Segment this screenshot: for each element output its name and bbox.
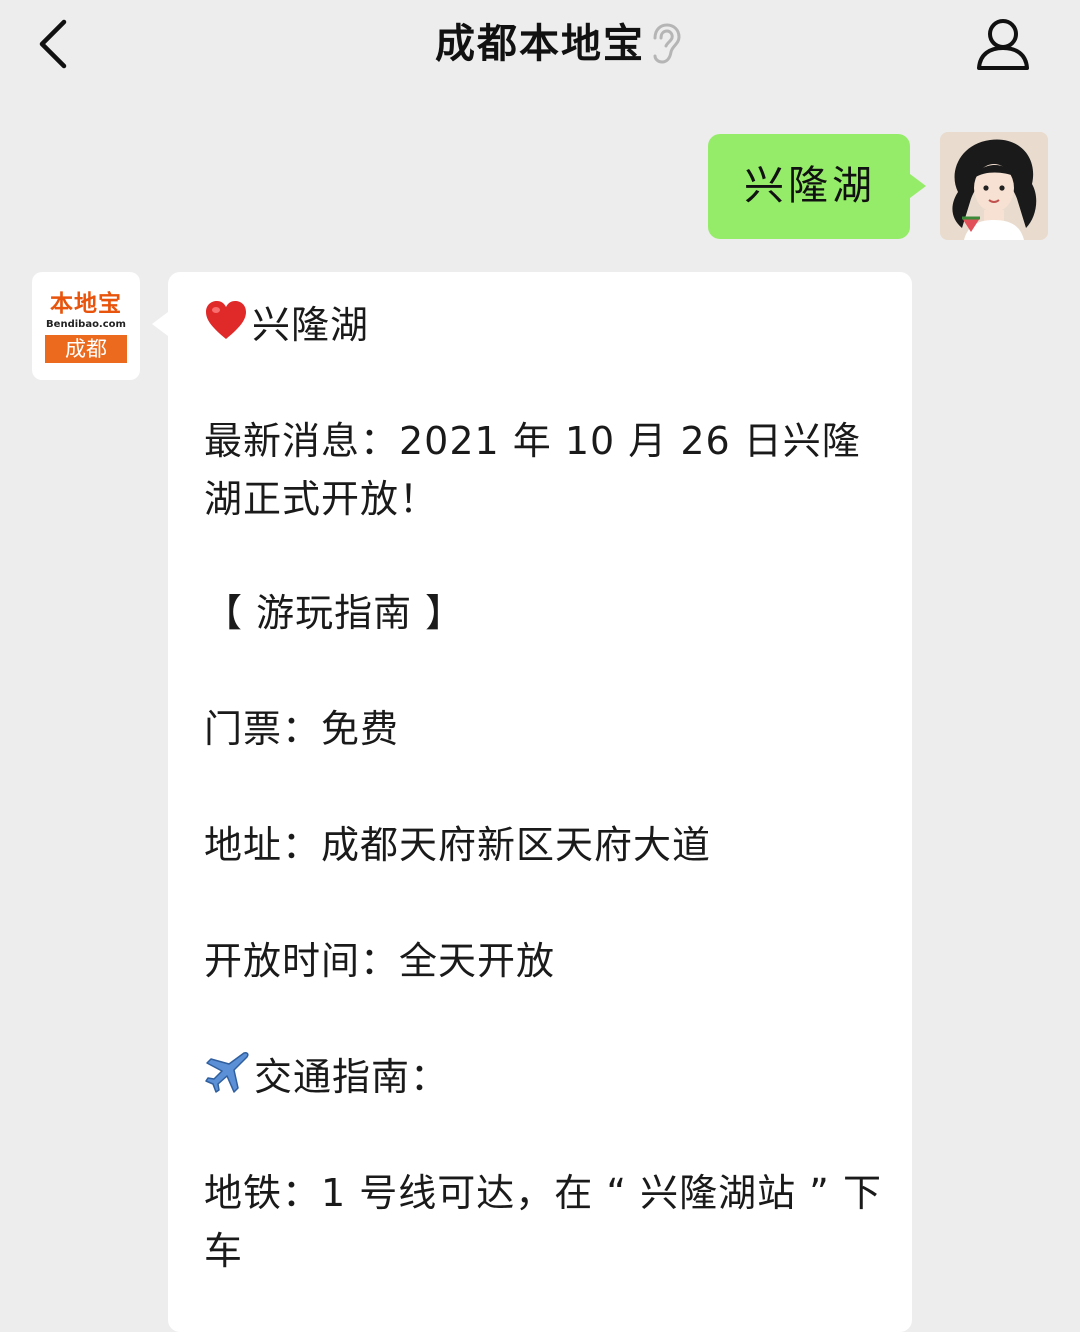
back-button[interactable] (30, 16, 80, 72)
user-avatar[interactable] (940, 132, 1048, 240)
message-line-ticket: 门票：免费 (204, 707, 400, 751)
chat-header: 成都本地宝 (0, 0, 1080, 100)
incoming-message-bubble[interactable]: 兴隆湖 最新消息：2021 年 10 月 26 日兴隆湖正式开放！ 【 游玩指南… (152, 272, 912, 1332)
message-line-text: 兴隆湖 (252, 303, 370, 347)
person-icon (977, 19, 1029, 70)
airplane-icon (204, 1050, 250, 1110)
message-line-news: 最新消息：2021 年 10 月 26 日兴隆湖正式开放！ (204, 419, 861, 521)
message-line-address: 地址：成都天府新区天府大道 (204, 823, 712, 867)
logo-city: 成都 (45, 335, 127, 363)
chevron-left-icon (39, 19, 67, 69)
message-line-text: 交通指南： (254, 1055, 450, 1099)
message-line-subway: 地铁：1 号线可达，在 “ 兴隆湖站 ” 下车 (204, 1171, 882, 1273)
ear-icon (648, 22, 682, 66)
message-line-hours: 开放时间：全天开放 (204, 939, 556, 983)
logo-text: 本地宝 (50, 291, 122, 317)
heart-icon (204, 299, 248, 357)
message-line-transport-heading: 交通指南： (204, 1048, 894, 1110)
message-line-guide-heading: 【 游玩指南 】 (204, 591, 465, 635)
outgoing-message-text: 兴隆湖 (744, 163, 876, 209)
message-line-heading: 兴隆湖 (204, 296, 894, 357)
profile-button[interactable] (970, 16, 1036, 72)
outgoing-message-bubble[interactable]: 兴隆湖 (708, 134, 926, 239)
logo-url: Bendibao.com (46, 319, 126, 330)
official-account-avatar[interactable]: 本地宝 Bendibao.com 成都 (32, 272, 140, 380)
